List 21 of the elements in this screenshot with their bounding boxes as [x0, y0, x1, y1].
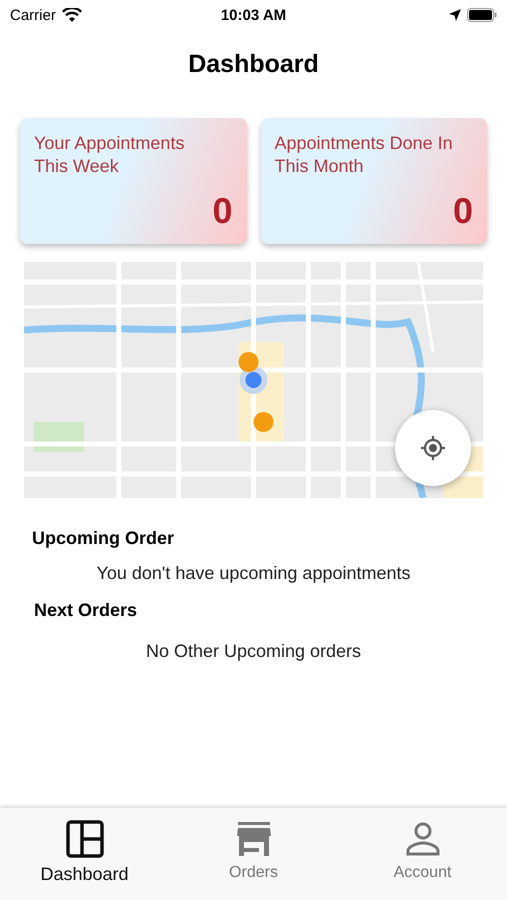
crosshair-icon	[420, 435, 446, 461]
wifi-icon	[62, 8, 82, 22]
location-arrow-icon	[449, 9, 461, 21]
carrier-name: Carrier	[10, 6, 56, 24]
tab-item[interactable]: Account	[348, 808, 498, 882]
section-heading: Upcoming Order	[32, 528, 174, 549]
person-icon	[404, 820, 442, 858]
battery-icon	[467, 8, 497, 22]
store-icon	[234, 820, 272, 858]
tab-item[interactable]: Dashboard	[10, 808, 160, 885]
stat-label: Your Appointments This Week	[34, 132, 186, 178]
status-time: 10:03 AM	[220, 6, 286, 24]
stat-value: 0	[212, 190, 232, 232]
stat-value: 0	[452, 190, 473, 232]
section-heading: Next Orders	[34, 600, 138, 621]
empty-message: No Other Upcoming orders	[146, 641, 362, 662]
empty-message: You don't have upcoming appointments	[96, 563, 410, 584]
stat-label: Appointments Done In This Month	[274, 132, 454, 178]
tab-item[interactable]: Orders	[178, 808, 328, 882]
page-title: Dashboard	[188, 50, 319, 80]
dashboard-icon	[66, 820, 104, 858]
